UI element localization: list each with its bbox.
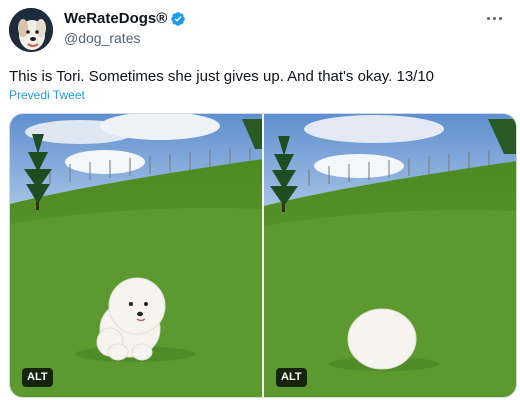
author-handle[interactable]: @dog_rates: [64, 30, 140, 47]
verified-badge-icon: [171, 12, 186, 26]
dog-avatar-icon: [9, 8, 53, 52]
photo-2[interactable]: ALT: [264, 114, 516, 397]
more-options-button[interactable]: [482, 6, 506, 30]
alt-text-button[interactable]: ALT: [276, 368, 307, 387]
avatar[interactable]: [9, 8, 53, 52]
tweet-text: This is Tori. Sometimes she just gives u…: [9, 68, 435, 85]
photo-2-image: [264, 114, 516, 397]
media-grid: ALT ALT: [9, 113, 517, 398]
author-display-name[interactable]: WeRateDogs®: [64, 10, 167, 28]
alt-text-button[interactable]: ALT: [22, 368, 53, 387]
more-dots-icon: [486, 16, 490, 20]
author-name-row[interactable]: WeRateDogs®: [64, 10, 186, 28]
photo-1-image: [10, 114, 262, 397]
translate-tweet-link[interactable]: Prevedi Tweet: [9, 88, 85, 103]
photo-1[interactable]: ALT: [10, 114, 262, 397]
